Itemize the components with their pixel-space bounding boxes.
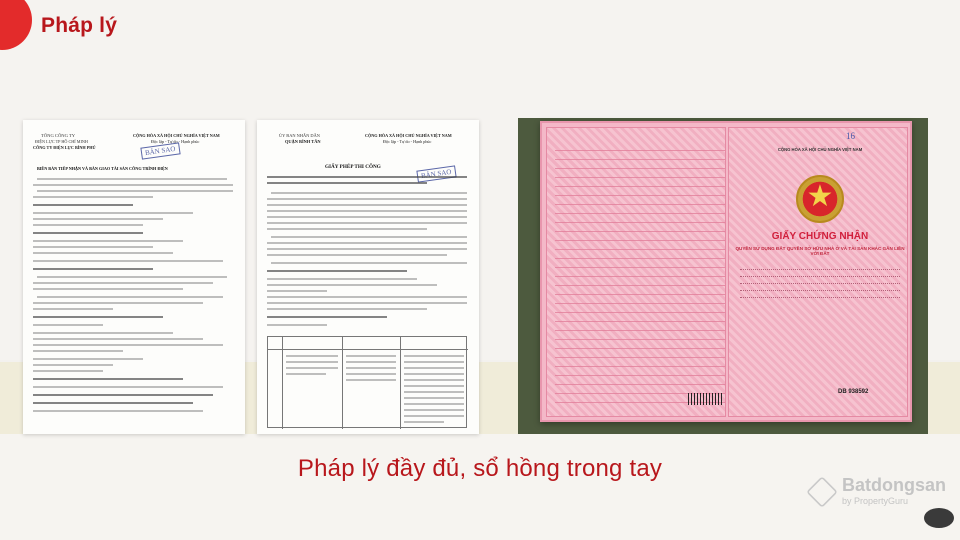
document-electric-handover: TỔNG CÔNG TY ĐIỆN LỰC TP HỒ CHÍ MINH CÔN… bbox=[23, 120, 245, 434]
doc2-org-line2: QUẬN BÌNH TÂN bbox=[285, 139, 321, 144]
star-icon: ★ bbox=[806, 180, 834, 213]
doc2-copy-stamp: BẢN SAO bbox=[416, 165, 457, 183]
certificate-nation: CỘNG HÒA XÃ HỘI CHỦ NGHĨA VIỆT NAM bbox=[777, 147, 863, 152]
doc2-motto: Độc lập - Tự do - Hạnh phúc bbox=[383, 139, 432, 144]
doc2-heading: GIẤY PHÉP THI CÔNG bbox=[325, 164, 381, 170]
document-construction-permit: ỦY BAN NHÂN DÂN QUẬN BÌNH TÂN CỘNG HÒA X… bbox=[257, 120, 479, 434]
certificate-number-tag: 16 bbox=[846, 131, 855, 141]
watermark-by: by PropertyGuru bbox=[842, 496, 909, 506]
certificate-owner-lines bbox=[740, 263, 900, 299]
certificate-subtitle: QUYỀN SỬ DỤNG ĐẤT QUYỀN SỞ HỮU NHÀ Ở VÀ … bbox=[735, 246, 905, 256]
certificate-left-page bbox=[546, 127, 726, 417]
video-ellipse-icon bbox=[924, 508, 954, 528]
doc2-nation: CỘNG HÒA XÃ HỘI CHỦ NGHĨA VIỆT NAM bbox=[365, 133, 452, 138]
certificate-title: GIẤY CHỨNG NHẬN bbox=[771, 231, 869, 242]
land-use-certificate: 16 CỘNG HÒA XÃ HỘI CHỦ NGHĨA VIỆT NAM ★ … bbox=[540, 121, 912, 422]
doc1-org-line2: ĐIỆN LỰC TP HỒ CHÍ MINH bbox=[35, 139, 88, 144]
doc2-org-line1: ỦY BAN NHÂN DÂN bbox=[279, 133, 320, 138]
watermark: Batdongsan by PropertyGuru bbox=[806, 475, 947, 508]
doc1-org-line1: TỔNG CÔNG TY bbox=[41, 133, 76, 138]
doc1-copy-stamp: BẢN SAO bbox=[140, 142, 181, 160]
doc2-table bbox=[267, 336, 468, 429]
house-logo-icon bbox=[806, 476, 838, 508]
doc1-heading: BIÊN BẢN TIẾP NHẬN VÀ BÀN GIAO TÀI SẢN C… bbox=[37, 166, 168, 171]
doc1-org-line3: CÔNG TY ĐIỆN LỰC BÌNH PHÚ bbox=[33, 145, 96, 150]
page-title: Pháp lý bbox=[41, 14, 118, 37]
barcode-icon bbox=[688, 393, 722, 405]
certificate-serial: DB 938592 bbox=[838, 389, 869, 395]
doc1-nation: CỘNG HÒA XÃ HỘI CHỦ NGHĨA VIỆT NAM bbox=[133, 133, 220, 138]
watermark-name: Batdongsan bbox=[842, 475, 947, 495]
